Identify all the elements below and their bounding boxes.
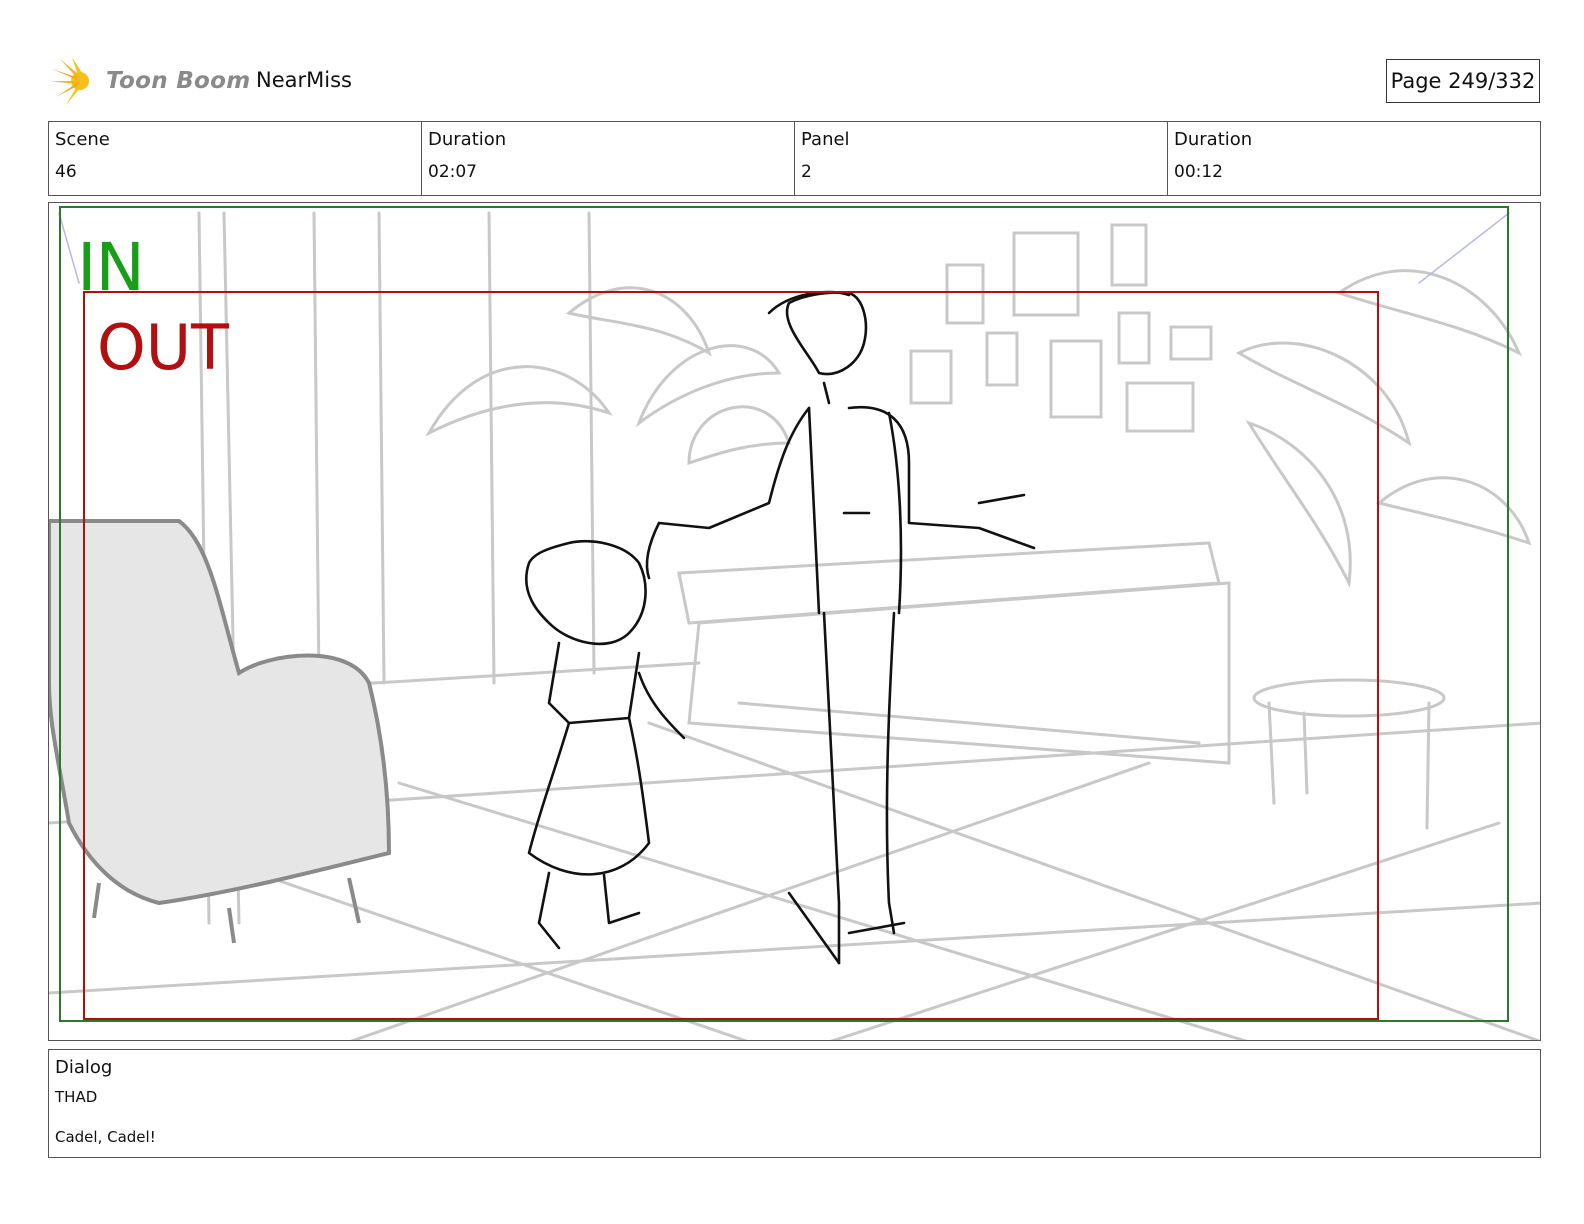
scene-duration-cell: Duration 02:07: [422, 122, 795, 195]
panel-label: Panel: [801, 129, 850, 150]
sun-logo-icon: [50, 57, 89, 105]
dialog-line: Cadel, Cadel!: [55, 1128, 156, 1146]
girl-sketch: [525, 539, 686, 950]
dialog-label: Dialog: [55, 1057, 113, 1078]
panel-duration-value: 00:12: [1174, 162, 1223, 182]
project-title: NearMiss: [256, 68, 352, 92]
out-frame-label: OUT: [97, 311, 230, 384]
panel-cell: Panel 2: [795, 122, 1168, 195]
panel-duration-cell: Duration 00:12: [1168, 122, 1540, 195]
scene-label: Scene: [55, 129, 110, 150]
armchair-sketch: [49, 519, 392, 944]
panel-value: 2: [801, 162, 812, 182]
scene-info-row: Scene 46 Duration 02:07 Panel 2 Duration…: [48, 121, 1541, 196]
man-sketch: [645, 290, 1036, 965]
toon-boom-logo: Toon Boom: [50, 55, 251, 107]
scene-duration-label: Duration: [428, 129, 507, 150]
in-frame-label: IN: [77, 229, 145, 306]
page-counter: Page 249/332: [1386, 59, 1540, 103]
panel-duration-label: Duration: [1174, 129, 1253, 150]
brand-name: Toon Boom: [106, 68, 251, 94]
panel-sketch: [49, 206, 1540, 1040]
dialog-speaker: THAD: [55, 1088, 98, 1106]
scene-duration-value: 02:07: [428, 162, 477, 182]
dialog-box: Dialog THAD Cadel, Cadel!: [48, 1049, 1541, 1158]
storyboard-panel: IN OUT: [48, 202, 1541, 1041]
scene-value: 46: [55, 162, 77, 182]
scene-cell: Scene 46: [49, 122, 422, 195]
